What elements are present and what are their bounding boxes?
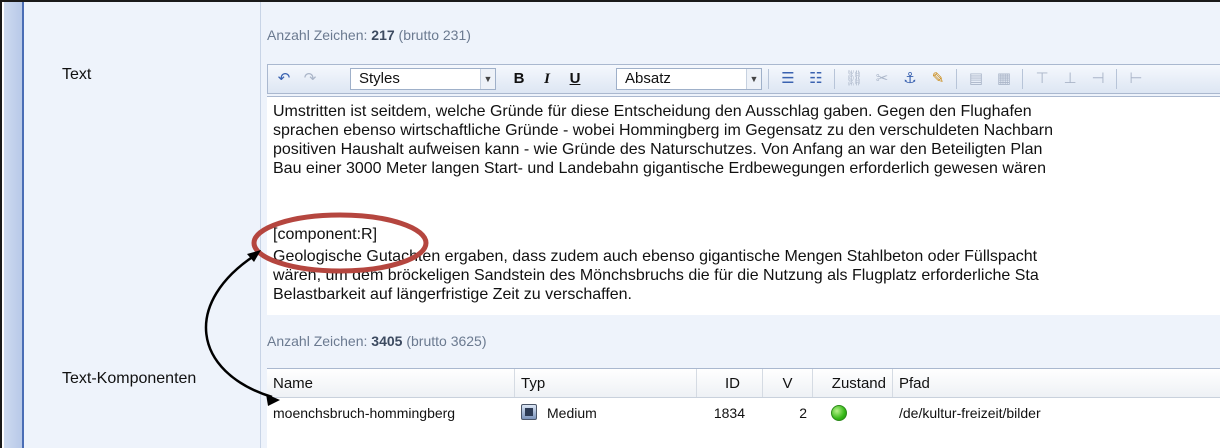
column-header-type[interactable]: Typ [515, 369, 697, 397]
anchor-icon[interactable]: ⚓ [898, 68, 922, 90]
column-header-version[interactable]: V [763, 369, 813, 397]
editor-paragraph-line: Bau einer 3000 Meter langen Start- und L… [273, 160, 1046, 177]
column-header-name[interactable]: Name [267, 369, 515, 397]
redo-icon[interactable]: ↷ [298, 68, 322, 90]
insert-column-icon[interactable]: ⊢ [1124, 68, 1148, 90]
cms-form-frame: Text Text-Komponenten Anzahl Zeichen: 21… [0, 0, 1220, 448]
toolbar-separator [768, 69, 769, 89]
content-column: Anzahl Zeichen: 217 (brutto 231) ↶ ↷ Sty… [260, 2, 1220, 448]
unlink-icon[interactable]: ✂ [870, 68, 894, 90]
column-header-id[interactable]: ID [697, 369, 763, 397]
toolbar-separator [834, 69, 835, 89]
column-header-state[interactable]: Zustand [813, 369, 893, 397]
label-column: Text Text-Komponenten [24, 2, 260, 448]
bullet-list-icon[interactable]: ☰ [776, 68, 800, 90]
component-version: 2 [799, 405, 807, 421]
char-count-brutto: (brutto 231) [394, 27, 471, 43]
table-icon[interactable]: ▤ [964, 68, 988, 90]
char-count-brutto: (brutto 3625) [402, 333, 487, 349]
status-ok-icon [831, 405, 847, 421]
components-char-count: Anzahl Zeichen: 3405 (brutto 3625) [267, 328, 487, 354]
toolbar-separator [1116, 69, 1117, 89]
edit-source-icon[interactable]: ✎ [926, 68, 950, 90]
components-table: Name Typ ID V Zustand Pfad moenchsbruch-… [267, 368, 1220, 448]
image-icon [521, 404, 537, 420]
editor-toolbar: ↶ ↷ Styles ▼ B I U Absatz ▼ ☰ ☷ ⛓ ✂ ⚓ ✎ … [267, 64, 1220, 94]
component-name: moenchsbruch-hommingberg [273, 405, 456, 421]
text-char-count: Anzahl Zeichen: 217 (brutto 231) [267, 22, 471, 48]
numbered-list-icon[interactable]: ☷ [804, 68, 828, 90]
component-id: 1834 [713, 405, 745, 421]
link-icon[interactable]: ⛓ [842, 68, 866, 90]
undo-icon[interactable]: ↶ [272, 68, 296, 90]
char-count-prefix: Anzahl Zeichen: [267, 333, 372, 349]
editor-paragraph-line: Belastbarkeit auf längerfristige Zeit zu… [273, 286, 632, 303]
text-components-label: Text-Komponenten [62, 370, 197, 387]
chevron-down-icon: ▼ [480, 69, 495, 89]
delete-row-icon[interactable]: ⊣ [1086, 68, 1110, 90]
editor-paragraph-line: sprachen ebenso wirtschaftliche Gründe -… [273, 122, 1053, 139]
table-row[interactable]: moenchsbruch-hommingberg Medium 1834 2 /… [267, 399, 1220, 427]
component-placeholder-tag: [component:R] [273, 226, 378, 243]
chevron-down-icon: ▼ [746, 69, 761, 89]
insert-row-before-icon[interactable]: ⊤ [1030, 68, 1054, 90]
editor-paragraph-line: positiven Haushalt aufweisen kann - wie … [273, 141, 1043, 158]
table-properties-icon[interactable]: ▦ [992, 68, 1016, 90]
styles-dropdown[interactable]: Styles ▼ [350, 68, 496, 90]
toolbar-separator [1022, 69, 1023, 89]
char-count-value: 3405 [371, 333, 403, 349]
char-count-value: 217 [371, 27, 395, 43]
char-count-prefix: Anzahl Zeichen: [267, 27, 372, 43]
column-header-path[interactable]: Pfad [893, 369, 1220, 397]
component-type: Medium [547, 405, 597, 421]
underline-button[interactable]: U [562, 68, 588, 90]
bold-button[interactable]: B [506, 68, 532, 90]
rich-text-editor[interactable]: Umstritten ist seitdem, welche Gründe fü… [267, 96, 1220, 315]
styles-dropdown-value: Styles [359, 70, 400, 87]
insert-row-after-icon[interactable]: ⊥ [1058, 68, 1082, 90]
text-field-label: Text [62, 66, 92, 83]
editor-paragraph-line: wären, um dem bröckeligen Sandstein des … [273, 267, 1039, 284]
window-left-border [4, 2, 24, 448]
format-dropdown-value: Absatz [625, 70, 671, 87]
editor-paragraph-line: Umstritten ist seitdem, welche Gründe fü… [273, 103, 1032, 120]
editor-paragraph-line: Geologische Gutachten ergaben, dass zude… [273, 248, 1038, 265]
italic-button[interactable]: I [534, 68, 560, 90]
format-dropdown[interactable]: Absatz ▼ [616, 68, 762, 90]
table-header-row: Name Typ ID V Zustand Pfad [267, 369, 1220, 398]
toolbar-separator [956, 69, 957, 89]
component-path: /de/kultur-freizeit/bilder [899, 405, 1041, 421]
